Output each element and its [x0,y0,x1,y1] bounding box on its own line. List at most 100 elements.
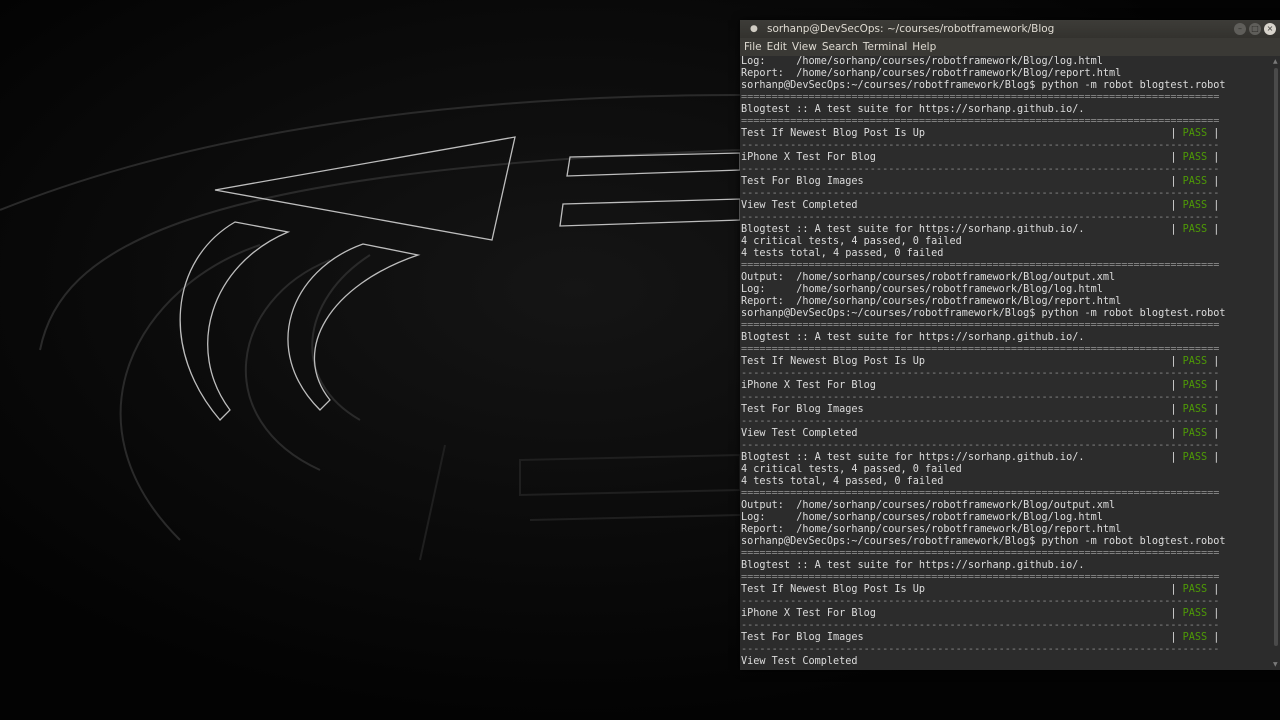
terminal-line: Log: /home/sorhanp/courses/robotframewor… [741,56,1269,68]
terminal-line: ----------------------------------------… [741,212,1269,224]
line-text: ========================================… [741,572,1220,583]
line-text: Test If Newest Blog Post Is Up | [741,584,1183,595]
line-text: View Test Completed | [741,428,1183,439]
line-text: Log: /home/sorhanp/courses/robotframewor… [741,56,1103,67]
window-titlebar[interactable]: ● sorhanp@DevSecOps: ~/courses/robotfram… [740,20,1280,38]
line-suffix: | [1207,380,1220,391]
menu-view[interactable]: View [792,38,821,56]
line-text: iPhone X Test For Blog | [741,152,1183,163]
terminal-line: ========================================… [741,344,1269,356]
pass-status: PASS [1182,584,1208,595]
line-suffix: | [1207,224,1220,235]
line-text: Test For Blog Images | [741,404,1183,415]
scrollbar-thumb[interactable] [1274,68,1278,646]
line-text: ----------------------------------------… [741,368,1220,379]
scrollbar[interactable]: ▲ ▼ [1272,56,1280,670]
pass-status: PASS [1182,380,1208,391]
maximize-button[interactable]: □ [1249,23,1261,35]
line-text: ========================================… [741,260,1220,271]
line-suffix: | [1207,584,1220,595]
minimize-button[interactable]: – [1234,23,1246,35]
menu-terminal[interactable]: Terminal [863,38,911,56]
terminal-line: Output: /home/sorhanp/courses/robotframe… [741,272,1269,284]
pass-status: PASS [1182,128,1208,139]
terminal-line: Test For Blog Images | PASS | [741,176,1269,188]
line-suffix: | [1207,356,1220,367]
line-text: Output: /home/sorhanp/courses/robotframe… [741,500,1116,511]
line-text: iPhone X Test For Blog | [741,380,1183,391]
terminal-line: Blogtest :: A test suite for https://sor… [741,332,1269,344]
terminal-line: ========================================… [741,320,1269,332]
line-text: ========================================… [741,548,1220,559]
terminal-window[interactable]: ● sorhanp@DevSecOps: ~/courses/robotfram… [740,20,1280,670]
menu-search[interactable]: Search [822,38,862,56]
terminal-line: ========================================… [741,572,1269,584]
line-text: View Test Completed | [741,200,1183,211]
pass-status: PASS [1182,452,1208,463]
window-title: sorhanp@DevSecOps: ~/courses/robotframew… [767,23,1055,35]
line-text: Report: /home/sorhanp/courses/robotframe… [741,524,1122,535]
terminal-line: ----------------------------------------… [741,140,1269,152]
pass-status: PASS [1182,224,1208,235]
terminal-line: ========================================… [741,260,1269,272]
terminal-line: Test If Newest Blog Post Is Up | PASS | [741,356,1269,368]
scroll-up-icon[interactable]: ▲ [1273,58,1278,65]
line-text: ----------------------------------------… [741,596,1220,607]
line-suffix: | [1207,128,1220,139]
menu-help[interactable]: Help [912,38,940,56]
line-text: Blogtest :: A test suite for https://sor… [741,224,1183,235]
window-controls: – □ × [1234,23,1276,35]
line-text: ----------------------------------------… [741,188,1220,199]
pass-status: PASS [1182,632,1208,643]
line-text: Blogtest :: A test suite for https://sor… [741,560,1085,571]
line-text: Test For Blog Images | [741,176,1183,187]
terminal-line: ----------------------------------------… [741,368,1269,380]
line-text: ========================================… [741,344,1220,355]
terminal-line: ----------------------------------------… [741,392,1269,404]
terminal-line: Report: /home/sorhanp/courses/robotframe… [741,68,1269,80]
line-suffix: | [1207,152,1220,163]
terminal-line: View Test Completed | PASS | [741,200,1269,212]
terminal-line: iPhone X Test For Blog | PASS | [741,608,1269,620]
line-text: Test For Blog Images | [741,632,1183,643]
line-text: Test If Newest Blog Post Is Up | [741,356,1183,367]
terminal-line: sorhanp@DevSecOps:~/courses/robotframewo… [741,80,1269,92]
menu-bar: File Edit View Search Terminal Help [740,38,1280,56]
terminal-line: ----------------------------------------… [741,164,1269,176]
terminal-line: ========================================… [741,92,1269,104]
line-text: ----------------------------------------… [741,212,1220,223]
line-text: View Test Completed [741,656,858,667]
line-text: ----------------------------------------… [741,392,1220,403]
terminal-line: ----------------------------------------… [741,416,1269,428]
pass-status: PASS [1182,428,1208,439]
terminal-line: Blogtest :: A test suite for https://sor… [741,452,1269,464]
terminal-line: ----------------------------------------… [741,620,1269,632]
close-button[interactable]: × [1264,23,1276,35]
terminal-output[interactable]: Log: /home/sorhanp/courses/robotframewor… [740,56,1280,670]
line-text: Test If Newest Blog Post Is Up | [741,128,1183,139]
line-text: Blogtest :: A test suite for https://sor… [741,452,1183,463]
line-text: ========================================… [741,116,1220,127]
pass-status: PASS [1182,176,1208,187]
terminal-line: 4 critical tests, 4 passed, 0 failed [741,464,1269,476]
terminal-line: 4 tests total, 4 passed, 0 failed [741,248,1269,260]
terminal-line: iPhone X Test For Blog | PASS | [741,380,1269,392]
menu-edit[interactable]: Edit [767,38,791,56]
terminal-line: ----------------------------------------… [741,440,1269,452]
terminal-line: Log: /home/sorhanp/courses/robotframewor… [741,284,1269,296]
pass-status: PASS [1182,152,1208,163]
scroll-down-icon[interactable]: ▼ [1273,661,1278,668]
line-text: ========================================… [741,92,1220,103]
terminal-line: View Test Completed [741,656,1269,668]
line-text: Log: /home/sorhanp/courses/robotframewor… [741,512,1103,523]
line-text: ----------------------------------------… [741,164,1220,175]
terminal-line: Report: /home/sorhanp/courses/robotframe… [741,296,1269,308]
menu-file[interactable]: File [744,38,766,56]
line-text: ----------------------------------------… [741,140,1220,151]
line-text: 4 tests total, 4 passed, 0 failed [741,248,944,259]
line-suffix: | [1207,632,1220,643]
line-text: 4 tests total, 4 passed, 0 failed [741,476,944,487]
line-text: 4 critical tests, 4 passed, 0 failed [741,236,962,247]
line-suffix: | [1207,452,1220,463]
line-text: 4 critical tests, 4 passed, 0 failed [741,464,962,475]
